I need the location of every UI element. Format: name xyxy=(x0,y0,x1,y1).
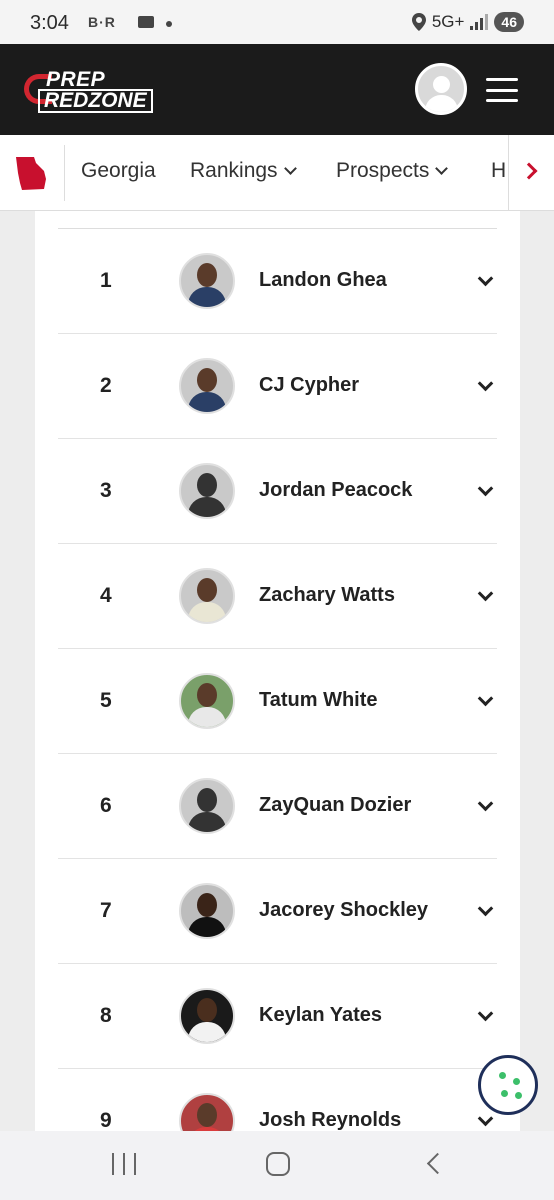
chevron-down-icon[interactable] xyxy=(477,900,494,917)
nav-item-georgia[interactable]: Georgia xyxy=(81,159,156,183)
player-photo xyxy=(179,568,235,624)
rank-number: 4 xyxy=(100,584,112,607)
mail-icon xyxy=(138,16,154,28)
nav-scroll-right-button[interactable] xyxy=(508,135,554,210)
chevron-down-icon[interactable] xyxy=(477,795,494,812)
rankings-list: 1 Landon Ghea 2 CJ Cypher 3 Jordan Peaco… xyxy=(58,229,497,1174)
hamburger-menu-button[interactable] xyxy=(486,78,518,102)
player-name: Jacorey Shockley xyxy=(259,899,428,921)
rank-number: 2 xyxy=(100,374,112,397)
location-icon xyxy=(411,13,426,31)
player-name: Landon Ghea xyxy=(259,269,387,291)
chevron-down-icon[interactable] xyxy=(477,480,494,497)
rank-number: 7 xyxy=(100,899,112,922)
chevron-down-icon xyxy=(283,162,297,175)
player-name: CJ Cypher xyxy=(259,374,360,396)
player-photo xyxy=(179,673,235,729)
nav-item-prospects[interactable]: Prospects xyxy=(336,159,449,183)
player-name: Jordan Peacock xyxy=(259,479,413,501)
rankings-card: 1 Landon Ghea 2 CJ Cypher 3 Jordan Peaco… xyxy=(35,211,520,1174)
network-type: 5G+ xyxy=(431,12,465,31)
rank-number: 1 xyxy=(100,269,112,292)
status-bar: 3:04 B·R 5G+ 46 xyxy=(0,0,554,44)
player-photo xyxy=(179,253,235,309)
player-name: Keylan Yates xyxy=(259,1004,383,1026)
player-photo xyxy=(179,358,235,414)
rank-number: 6 xyxy=(100,794,112,817)
notification-dot-icon xyxy=(166,21,172,27)
georgia-state-icon[interactable] xyxy=(12,153,52,193)
chevron-right-icon xyxy=(520,162,538,180)
rank-number: 5 xyxy=(100,689,112,712)
logo-text-bottom: REDZONE xyxy=(38,89,153,113)
user-avatar-button[interactable] xyxy=(415,63,467,115)
status-time: 3:04 xyxy=(30,12,69,34)
player-name: ZayQuan Dozier xyxy=(259,794,412,816)
battery-level: 46 xyxy=(494,12,524,32)
chevron-down-icon[interactable] xyxy=(477,1005,494,1022)
ranking-row[interactable]: 6 ZayQuan Dozier xyxy=(58,754,497,859)
ranking-row[interactable]: 8 Keylan Yates xyxy=(58,964,497,1069)
chevron-down-icon xyxy=(435,162,449,175)
nav-item-rankings[interactable]: Rankings xyxy=(190,159,297,183)
cookie-icon xyxy=(499,1072,506,1079)
ranking-row[interactable]: 4 Zachary Watts xyxy=(58,544,497,649)
sub-navigation: Georgia Rankings Prospects H xyxy=(0,135,554,211)
player-placeholder-avatar xyxy=(179,778,235,834)
back-button[interactable] xyxy=(426,1152,449,1175)
recent-apps-button[interactable] xyxy=(112,1153,136,1175)
player-name: Zachary Watts xyxy=(259,584,395,606)
signal-icon xyxy=(470,14,489,30)
player-photo xyxy=(179,883,235,939)
ranking-row[interactable]: 1 Landon Ghea xyxy=(58,229,497,334)
chevron-down-icon[interactable] xyxy=(477,585,494,602)
notification-app-icons: B·R xyxy=(88,14,116,30)
player-name: Josh Reynolds xyxy=(259,1109,402,1131)
prep-redzone-logo[interactable]: PREP REDZONE xyxy=(22,68,153,114)
home-button[interactable] xyxy=(266,1152,290,1176)
user-icon xyxy=(433,76,450,93)
rank-number: 3 xyxy=(100,479,112,502)
ranking-row[interactable]: 2 CJ Cypher xyxy=(58,334,497,439)
nav-item-truncated[interactable]: H xyxy=(491,159,506,183)
player-name: Tatum White xyxy=(259,689,378,711)
cookie-settings-button[interactable] xyxy=(478,1055,538,1115)
ranking-row[interactable]: 7 Jacorey Shockley xyxy=(58,859,497,964)
status-indicators: 5G+ 46 xyxy=(411,12,524,32)
rank-number: 9 xyxy=(100,1109,112,1132)
chevron-down-icon[interactable] xyxy=(477,375,494,392)
player-placeholder-avatar xyxy=(179,463,235,519)
chevron-down-icon[interactable] xyxy=(477,690,494,707)
chevron-down-icon[interactable] xyxy=(477,1110,494,1127)
rank-number: 8 xyxy=(100,1004,112,1027)
system-navigation-bar xyxy=(0,1131,554,1200)
ranking-row[interactable]: 5 Tatum White xyxy=(58,649,497,754)
chevron-down-icon[interactable] xyxy=(477,270,494,287)
player-photo xyxy=(179,988,235,1044)
site-header: PREP REDZONE xyxy=(0,44,554,135)
ranking-row[interactable]: 3 Jordan Peacock xyxy=(58,439,497,544)
